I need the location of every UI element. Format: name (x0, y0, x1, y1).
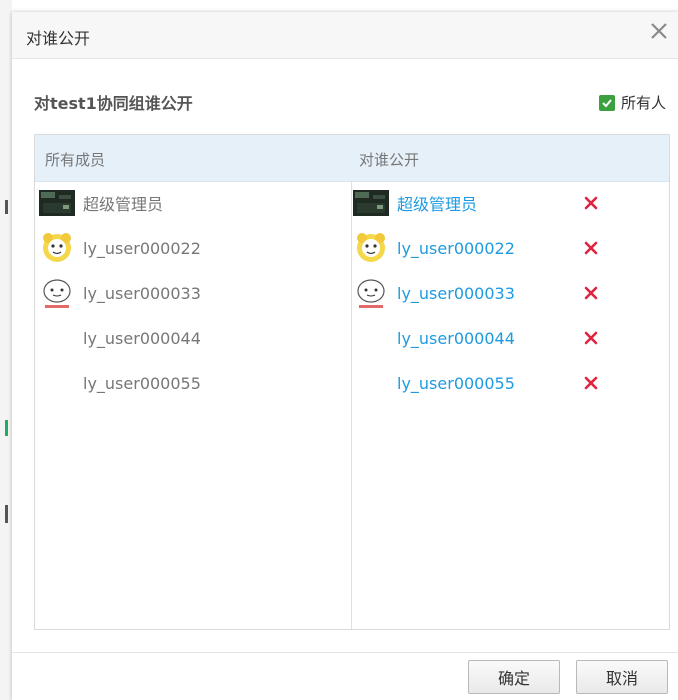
remove-x-icon[interactable] (581, 238, 601, 258)
check-icon (598, 94, 615, 111)
avatar (353, 275, 389, 311)
share-visibility-dialog: 对谁公开 对test1协同组谁公开 所有人 所有成员 对谁公开 超级管理员 ly_… (12, 12, 678, 700)
member-name: ly_user000022 (83, 238, 201, 258)
member-name: ly_user000055 (83, 373, 201, 393)
member-row[interactable]: ly_user000044 (39, 318, 201, 358)
member-name: ly_user000033 (397, 283, 515, 303)
avatar-placeholder (353, 320, 389, 356)
remove-x-icon[interactable] (581, 373, 601, 393)
member-row[interactable]: ly_user000022 (39, 228, 201, 268)
member-row[interactable]: ly_user000033 (39, 273, 201, 313)
avatar (353, 230, 389, 266)
background-mark (5, 505, 8, 523)
right-column-header: 对谁公开 (359, 151, 420, 169)
background-mark (5, 420, 8, 436)
member-row[interactable]: ly_user000055 (39, 363, 201, 403)
left-column-header: 所有成员 (45, 151, 106, 169)
avatar (39, 230, 75, 266)
cancel-button[interactable]: 取消 (576, 660, 668, 694)
member-name: ly_user000055 (397, 373, 515, 393)
visible-member-row[interactable]: ly_user000055 (353, 363, 515, 403)
avatar (353, 185, 389, 221)
visible-member-row[interactable]: 超级管理员 (353, 183, 477, 223)
remove-x-icon[interactable] (581, 283, 601, 303)
all-users-label: 所有人 (620, 94, 666, 112)
avatar-placeholder (39, 365, 75, 401)
column-divider (351, 181, 352, 629)
dialog-header: 对谁公开 (12, 12, 678, 59)
member-name: ly_user000022 (397, 238, 515, 258)
visible-member-row[interactable]: ly_user000044 (353, 318, 515, 358)
list-header: 所有成员 对谁公开 (35, 135, 669, 182)
section-title: 对test1协同组谁公开 (34, 94, 193, 113)
avatar (39, 185, 75, 221)
member-lists: 所有成员 对谁公开 超级管理员 ly_user000022 ly_user00003… (34, 134, 670, 630)
confirm-button[interactable]: 确定 (468, 660, 560, 694)
close-button[interactable] (644, 16, 674, 46)
member-row[interactable]: 超级管理员 (39, 183, 163, 223)
member-name: ly_user000044 (397, 328, 515, 348)
avatar (39, 275, 75, 311)
visible-member-row[interactable]: ly_user000033 (353, 273, 515, 313)
remove-x-icon[interactable] (581, 193, 601, 213)
member-name: 超级管理员 (83, 195, 164, 214)
background-panel (0, 0, 12, 700)
visible-member-row[interactable]: ly_user000022 (353, 228, 515, 268)
background-mark (5, 200, 8, 214)
avatar-placeholder (353, 365, 389, 401)
member-name: 超级管理员 (397, 195, 478, 214)
remove-x-icon[interactable] (581, 328, 601, 348)
avatar-placeholder (39, 320, 75, 356)
all-users-checkbox[interactable]: 所有人 (598, 92, 666, 113)
member-name: ly_user000033 (83, 283, 201, 303)
footer-divider (12, 652, 678, 653)
close-icon (651, 23, 667, 39)
member-name: ly_user000044 (83, 328, 201, 348)
dialog-title: 对谁公开 (26, 29, 91, 48)
